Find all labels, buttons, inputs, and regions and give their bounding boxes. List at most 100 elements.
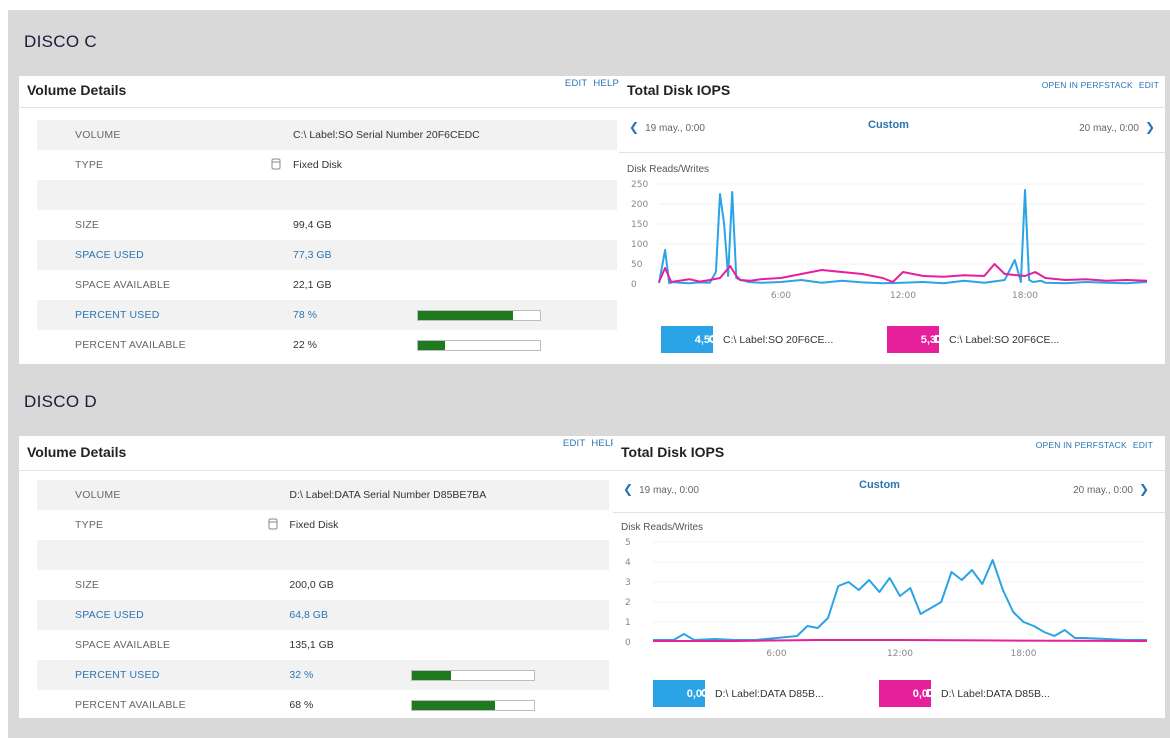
panel-title: Total Disk IOPS xyxy=(621,444,725,460)
y-tick-label: 0 xyxy=(625,638,631,648)
series-line-0 xyxy=(653,559,1147,641)
square-marker-icon xyxy=(927,689,935,697)
series-line-1 xyxy=(658,263,1148,283)
progress-bar xyxy=(410,699,535,711)
circle-marker-icon xyxy=(701,689,709,697)
help-link[interactable]: HELP xyxy=(593,78,619,89)
chart-title: Disk Reads/Writes xyxy=(621,522,704,533)
divider xyxy=(619,107,1165,108)
row-label-link[interactable]: PERCENT USED xyxy=(37,660,256,690)
legend-label: D:\ Label:DATA D85B... xyxy=(715,687,824,700)
y-tick-label: 3 xyxy=(625,578,631,588)
previous-range-button[interactable]: ❮ 19 may., 0:00 xyxy=(623,482,699,496)
legend-label: D:\ Label:DATA D85B... xyxy=(941,687,1050,700)
table-row: SPACE AVAILABLE 22,1 GB xyxy=(37,270,617,300)
volume-details-table: VOLUME C:\ Label:SO Serial Number 20F6CED… xyxy=(37,120,617,360)
divider xyxy=(19,470,619,471)
row-value: 68 % xyxy=(289,699,314,711)
edit-link[interactable]: EDIT xyxy=(1139,80,1159,90)
edit-link[interactable]: EDIT xyxy=(565,78,587,89)
edit-link[interactable]: EDIT xyxy=(1133,440,1153,450)
progress-bar xyxy=(417,309,541,321)
y-tick-label: 200 xyxy=(631,200,648,210)
legend-item[interactable]: 0,0 D:\ Label:DATA D85B... xyxy=(879,680,1050,707)
row-label: SIZE xyxy=(75,579,100,591)
open-in-perfstack-link[interactable]: OPEN IN PERFSTACK xyxy=(1036,440,1127,450)
divider xyxy=(19,107,623,108)
table-row: SPACE AVAILABLE 135,1 GB xyxy=(37,630,609,660)
row-label: PERCENT AVAILABLE xyxy=(75,339,186,351)
legend-item[interactable]: 5,3 C:\ Label:SO 20F6CE... xyxy=(887,326,1059,353)
table-row: TYPE Fixed Disk xyxy=(37,150,617,180)
table-row[interactable]: SPACE USED 64,8 GB xyxy=(37,600,609,630)
iops-chart: 0 50 100 150 200 250 6:00 12:00 18:00 xyxy=(631,180,1148,301)
y-tick-label: 0 xyxy=(631,280,637,290)
row-value-link[interactable]: 77,3 GB xyxy=(293,240,617,270)
iops-panel-c: Total Disk IOPS OPEN IN PERFSTACK EDIT ❮ 1… xyxy=(619,76,1165,364)
volume-details-panel-d: Volume Details EDIT HELP VOLUME D:\ Label:… xyxy=(19,436,619,718)
table-row: VOLUME C:\ Label:SO Serial Number 20F6CED… xyxy=(37,120,617,150)
edit-link[interactable]: EDIT xyxy=(563,438,585,449)
legend-item[interactable]: 4,5 C:\ Label:SO 20F6CE... xyxy=(661,326,833,353)
table-row: TYPE Fixed Disk xyxy=(37,510,609,540)
x-tick-label: 6:00 xyxy=(771,291,791,301)
table-row xyxy=(37,180,617,210)
table-row[interactable]: SPACE USED 77,3 GB xyxy=(37,240,617,270)
custom-range-button[interactable]: Custom xyxy=(868,119,909,131)
row-value-link[interactable]: 32 % xyxy=(289,660,411,690)
row-value: 22 % xyxy=(293,339,317,351)
table-row: VOLUME D:\ Label:DATA Serial Number D85BE… xyxy=(37,480,609,510)
iops-panel-d: Total Disk IOPS OPEN IN PERFSTACK EDIT ❮ 1… xyxy=(613,436,1165,718)
x-tick-label: 18:00 xyxy=(1012,291,1038,301)
panel-links: OPEN IN PERFSTACK EDIT xyxy=(1036,80,1159,90)
chevron-right-icon: ❯ xyxy=(1138,482,1149,496)
panel-title: Volume Details xyxy=(27,82,127,98)
y-tick-label: 1 xyxy=(625,618,631,628)
panel-links: EDIT HELP xyxy=(557,438,617,449)
table-row[interactable]: PERCENT USED 32 % xyxy=(37,660,609,690)
x-tick-label: 6:00 xyxy=(766,649,786,659)
chevron-left-icon: ❮ xyxy=(629,120,640,134)
panel-title: Volume Details xyxy=(27,444,127,460)
row-value: Fixed Disk xyxy=(293,159,343,171)
row-value: D:\ Label:DATA Serial Number D85BE7BA xyxy=(289,480,609,510)
previous-range-button[interactable]: ❮ 19 may., 0:00 xyxy=(629,120,705,134)
row-value-link[interactable]: 64,8 GB xyxy=(289,600,609,630)
panel-links: EDIT HELP xyxy=(559,78,619,89)
x-tick-label: 18:00 xyxy=(1011,649,1037,659)
legend-value: 0,0 xyxy=(686,687,702,700)
panel-links: OPEN IN PERFSTACK EDIT xyxy=(1030,440,1153,450)
y-tick-label: 4 xyxy=(625,558,631,568)
legend-label: C:\ Label:SO 20F6CE... xyxy=(723,333,834,346)
legend-value: 5,3 xyxy=(920,333,936,346)
open-in-perfstack-link[interactable]: OPEN IN PERFSTACK xyxy=(1042,80,1133,90)
dashboard: DISCO C Volume Details EDIT HELP VOLUME C:… xyxy=(8,10,1170,738)
chevron-right-icon: ❯ xyxy=(1144,120,1155,134)
row-label: SPACE AVAILABLE xyxy=(75,639,171,651)
section-title-disk-c: DISCO C xyxy=(24,32,97,51)
chevron-left-icon: ❮ xyxy=(623,482,634,496)
row-label-link[interactable]: PERCENT USED xyxy=(37,300,259,330)
row-value-link[interactable]: 78 % xyxy=(293,300,417,330)
next-range-button[interactable]: 20 may., 0:00 ❯ xyxy=(1073,482,1149,496)
row-label: TYPE xyxy=(75,159,104,171)
row-label-link[interactable]: SPACE USED xyxy=(37,240,259,270)
progress-bar xyxy=(410,669,535,681)
divider xyxy=(613,470,1165,471)
section-title-disk-d: DISCO D xyxy=(24,392,97,411)
series-line-1 xyxy=(653,639,1148,642)
custom-range-button[interactable]: Custom xyxy=(859,479,900,491)
legend-swatch: 5,3 xyxy=(887,326,943,353)
row-label-link[interactable]: SPACE USED xyxy=(37,600,256,630)
x-tick-label: 12:00 xyxy=(890,291,916,301)
divider xyxy=(613,512,1165,513)
row-label: VOLUME xyxy=(37,480,256,510)
row-value: 135,1 GB xyxy=(289,639,334,651)
chart-title: Disk Reads/Writes xyxy=(627,164,710,175)
table-row: PERCENT AVAILABLE 22 % xyxy=(37,330,617,360)
legend-item[interactable]: 0,0 D:\ Label:DATA D85B... xyxy=(653,680,824,707)
next-range-button[interactable]: 20 may., 0:00 ❯ xyxy=(1079,120,1155,134)
row-label: SPACE AVAILABLE xyxy=(75,279,171,291)
table-row: SIZE 99,4 GB xyxy=(37,210,617,240)
table-row[interactable]: PERCENT USED 78 % xyxy=(37,300,617,330)
